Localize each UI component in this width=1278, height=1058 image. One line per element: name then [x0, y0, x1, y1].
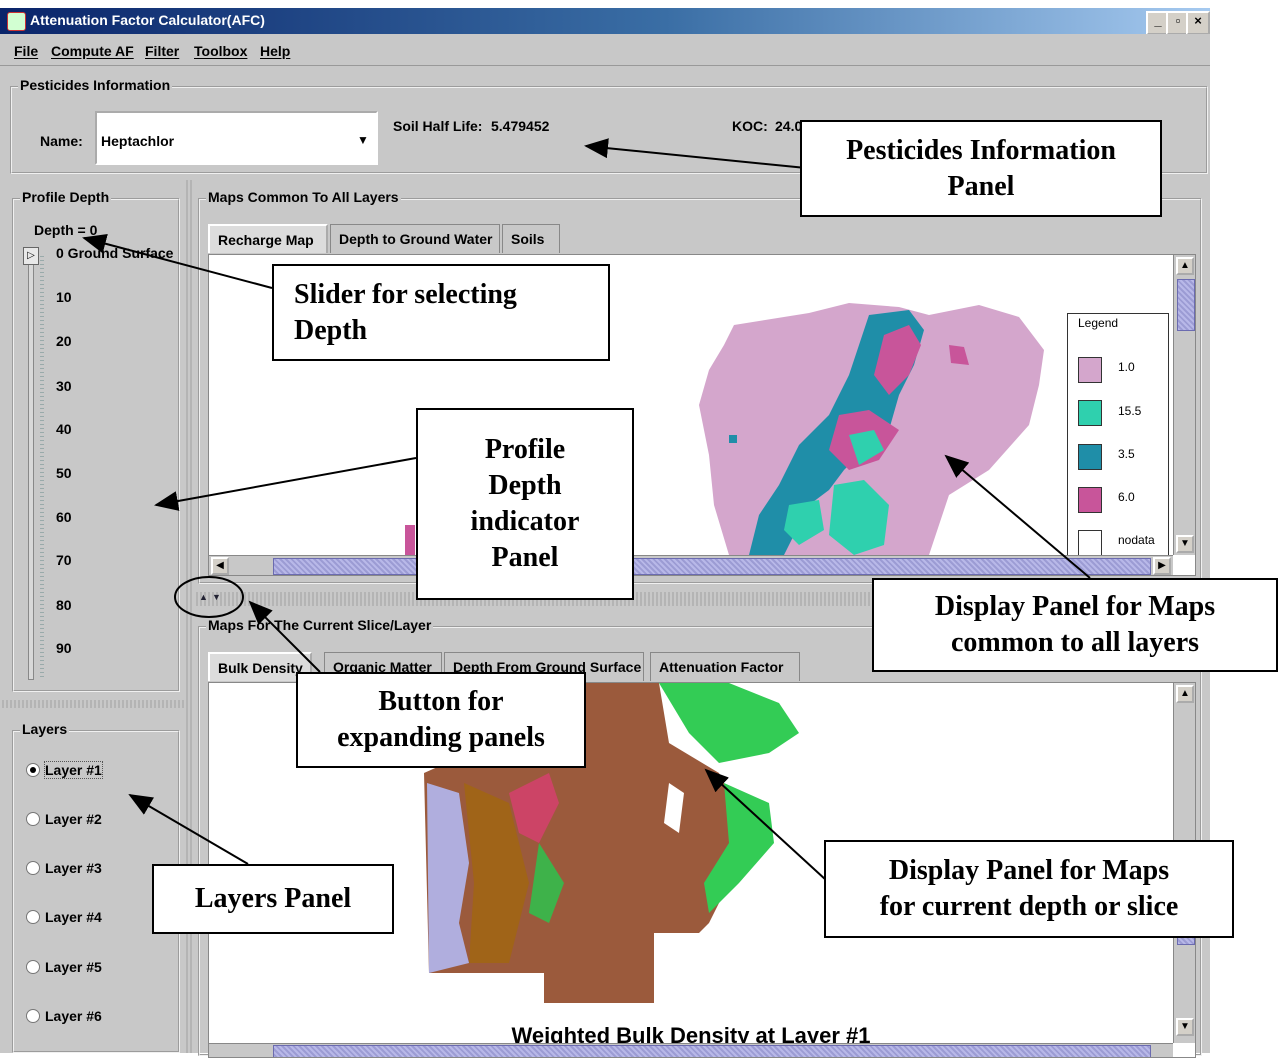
- callout-text: Display Panel for Maps: [888, 855, 1170, 886]
- callout-text: Depth: [488, 470, 562, 501]
- callout-display-common: Display Panel for Maps common to all laye…: [872, 578, 1278, 672]
- callout-text: Panel: [491, 542, 559, 573]
- callout-pesticides-panel: Pesticides Information Panel: [800, 120, 1162, 217]
- callout-text: expanding panels: [337, 722, 545, 753]
- callout-text: Panel: [947, 170, 1015, 202]
- callout-display-slice: Display Panel for Maps for current depth …: [824, 840, 1234, 938]
- callout-expand-button: Button for expanding panels: [296, 672, 586, 768]
- callout-text: Pesticides Information: [846, 134, 1116, 166]
- callout-text: Profile: [484, 434, 566, 465]
- callout-text: Depth: [294, 314, 368, 346]
- callout-text: Button for: [378, 686, 504, 717]
- callout-text: Layers Panel: [194, 883, 352, 914]
- callout-text: indicator: [470, 506, 580, 537]
- callout-slider: Slider for selecting Depth: [272, 264, 610, 361]
- callout-text: Display Panel for Maps: [934, 591, 1216, 622]
- callout-text: for current depth or slice: [879, 891, 1179, 922]
- callout-text: common to all layers: [950, 627, 1200, 658]
- callout-layers-panel: Layers Panel: [152, 864, 394, 934]
- callout-text: Slider for selecting: [294, 278, 517, 310]
- callout-profile-panel: Profile Depth indicator Panel: [416, 408, 634, 600]
